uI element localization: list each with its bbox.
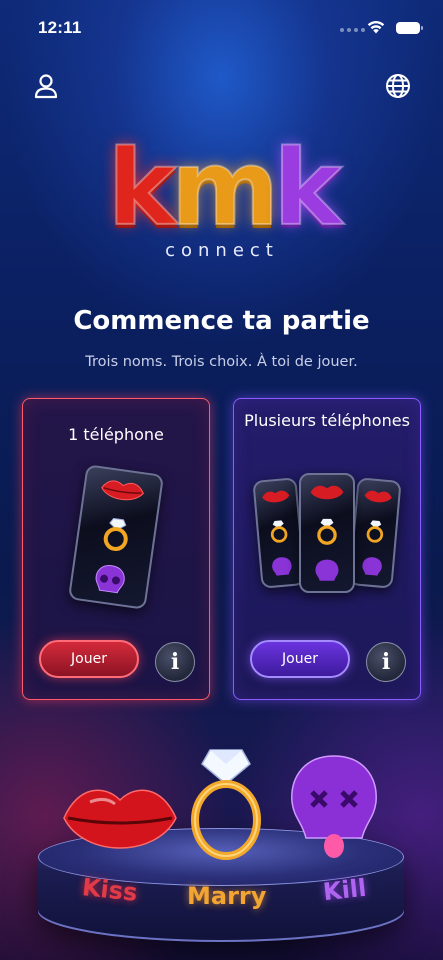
card-title: 1 téléphone: [68, 425, 164, 444]
marry-label: Marry: [187, 882, 267, 910]
card-title: Plusieurs téléphones: [244, 411, 410, 430]
app-logo: k m k connect: [92, 128, 352, 268]
profile-icon[interactable]: [32, 72, 60, 100]
kill-label: Kill: [321, 873, 368, 907]
ring-icon: [317, 518, 337, 545]
page-title: Commence ta partie: [73, 306, 370, 336]
skull-icon: [95, 565, 125, 594]
logo-letter-k: k: [272, 127, 343, 249]
lips-icon: [262, 490, 290, 502]
logo-letter-m: m: [170, 127, 280, 249]
logo-letter-k: k: [107, 127, 178, 249]
phone-image: [252, 477, 306, 589]
skull-icon: [272, 557, 292, 576]
info-button[interactable]: i: [366, 642, 406, 682]
multi-phone-card[interactable]: Plusieurs téléphones Jouer i: [233, 398, 421, 700]
skull-icon: [291, 755, 377, 858]
signal-dots-icon: [340, 28, 365, 32]
status-bar: 12:11: [0, 0, 443, 56]
status-time: 12:11: [38, 18, 82, 37]
kiss-label: Kiss: [80, 873, 139, 907]
wifi-icon: [367, 20, 385, 34]
phone-image: [299, 473, 355, 593]
skull-icon: [362, 557, 382, 576]
ring-icon: [103, 517, 128, 551]
page-subtitle: Trois noms. Trois choix. À toi de jouer.: [85, 354, 358, 370]
single-phone-illustration: [23, 464, 209, 610]
logo-subtitle: connect: [165, 240, 279, 261]
lips-icon: [63, 789, 177, 849]
multi-phone-illustration: [234, 473, 420, 593]
phone-image: [348, 477, 402, 589]
skull-icon: [315, 559, 339, 582]
lips-icon: [310, 485, 344, 499]
ring-icon: [270, 520, 288, 543]
battery-icon: [396, 22, 423, 34]
ring-icon: [366, 520, 384, 543]
lips-icon: [101, 480, 144, 500]
play-button[interactable]: Jouer: [250, 640, 350, 678]
ring-icon: [191, 749, 261, 860]
play-button[interactable]: Jouer: [39, 640, 139, 678]
single-phone-card[interactable]: 1 téléphone Jouer i: [22, 398, 210, 700]
kiss-marry-kill-stage: Kiss Marry Kill: [0, 740, 443, 960]
phone-image: [67, 464, 165, 610]
info-button[interactable]: i: [155, 642, 195, 682]
lips-icon: [364, 490, 392, 502]
globe-icon[interactable]: [384, 72, 412, 100]
